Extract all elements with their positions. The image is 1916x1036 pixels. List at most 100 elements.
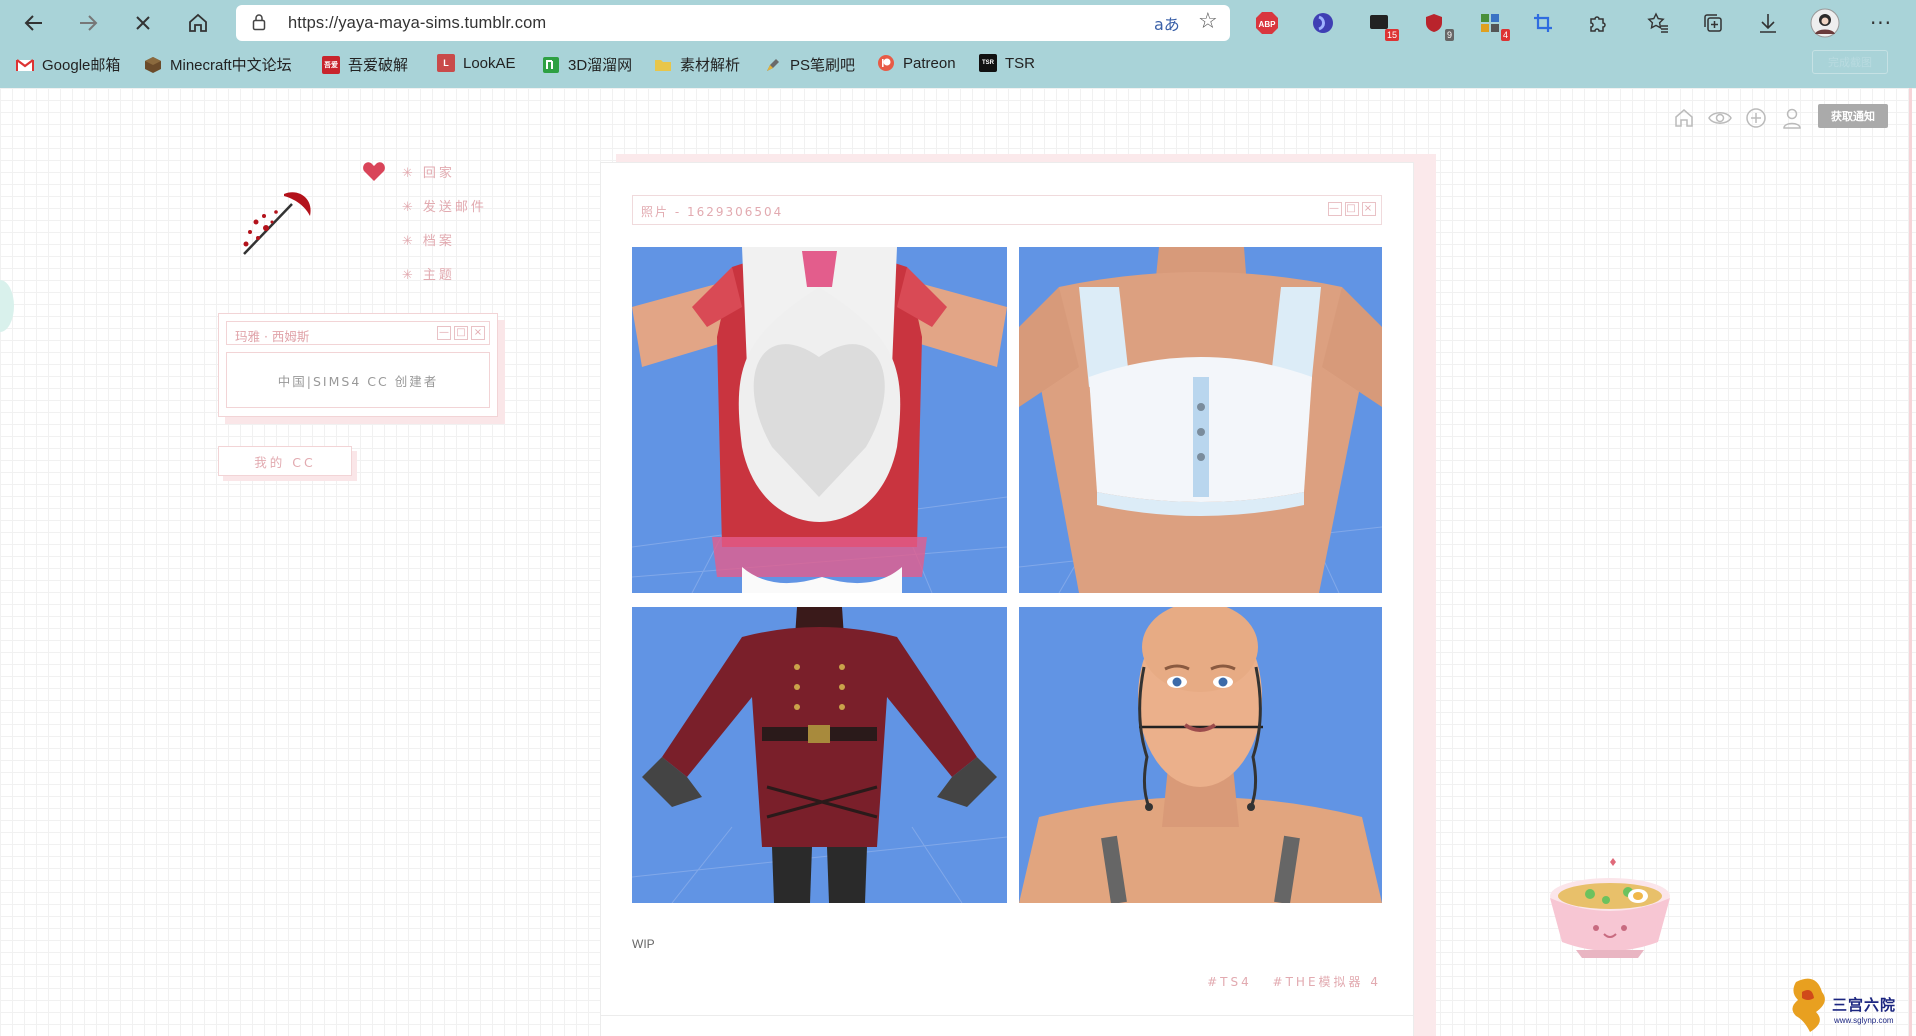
bald-sim-image [1019,607,1382,903]
bookmark-label: Patreon [903,54,956,72]
bookmark-item[interactable]: Patreon [877,54,956,72]
profile-card-titlebar: 玛雅 · 西姆斯 — □ × [226,321,490,345]
favorites-button[interactable] [1645,10,1671,36]
lookae-icon: L [437,54,455,72]
person-icon[interactable] [1780,106,1804,130]
profile-avatar-button[interactable] [1810,8,1840,38]
menu-item-label: 回家 [422,166,455,181]
get-notifications-button[interactable]: 获取通知 [1818,104,1888,128]
bookmark-item[interactable]: Google邮箱 [16,54,120,75]
crop-icon [1534,14,1552,32]
more-icon: ··· [1869,11,1893,35]
bookmark-item[interactable]: 素材解析 [654,54,740,75]
tumblr-top-icons [1672,106,1804,130]
side-decoration [0,280,14,332]
address-bar[interactable]: https://yaya-maya-sims.tumblr.com aあ ☆ [236,5,1230,41]
navigation-row: https://yaya-maya-sims.tumblr.com aあ ☆ A… [0,0,1916,46]
bookmark-item[interactable]: TSR TSR [979,54,1035,72]
gmail-icon [16,58,34,71]
bookmark-label: 3D溜溜网 [568,57,633,74]
bookmark-item[interactable]: L LookAE [437,54,516,72]
add-favorite-icon[interactable]: ☆ [1198,9,1218,34]
menu-item-label: 发送邮件 [422,200,487,215]
bookmark-item[interactable]: 吾爱 吾爱破解 [322,54,408,75]
tag-link[interactable]: #THE模拟器 4 [1273,975,1381,989]
photo-red-coat[interactable] [632,607,1007,903]
close-icon: × [471,326,485,340]
pixel-heart-icon [363,162,385,181]
avatar [1810,8,1840,38]
shield-icon [1426,14,1442,32]
downloads-button[interactable] [1755,10,1781,36]
red-coat-image [632,607,1007,903]
settings-more-button[interactable]: ··· [1868,10,1894,36]
home-icon [189,13,207,32]
asterisk-icon: ✳ [402,166,413,181]
orb-icon [1313,13,1333,33]
scythe-logo-icon [243,192,311,255]
minecraft-icon [145,56,161,73]
lock-icon [252,14,266,31]
url-text: https://yaya-maya-sims.tumblr.com [288,14,547,32]
bookmark-label: PS笔刷吧 [790,57,856,74]
bookmark-label: TSR [1005,54,1035,72]
post-divider [601,1015,1413,1016]
extension-badge: 4 [1500,29,1510,41]
eye-icon[interactable] [1708,106,1732,130]
back-button[interactable] [18,8,50,38]
stop-loading-button[interactable] [127,8,159,38]
blocks-extension[interactable]: 4 [1477,10,1510,41]
screenshot-done-button[interactable]: 完成截图 [1812,50,1888,74]
menu-item-theme[interactable]: ✳ 主题 [402,264,455,283]
photo-titlebar: 照片 - 1629306504 — □ × [632,195,1382,225]
extension-badge: 15 [1384,29,1399,41]
asterisk-icon: ✳ [402,200,413,215]
bookmark-label: Minecraft中文论坛 [170,57,292,74]
forward-arrow-icon [80,15,98,31]
collections-icon [1704,14,1722,32]
post-caption: WIP [632,937,655,951]
extensions-button[interactable] [1585,10,1611,36]
bookmark-label: LookAE [463,54,516,72]
crop-extension[interactable] [1530,10,1556,36]
window-controls: — □ × [1328,202,1376,216]
adblock-plus-extension[interactable]: ABP [1254,10,1280,36]
close-icon [136,16,150,30]
plus-circle-icon[interactable] [1744,106,1768,130]
maximize-icon: □ [1345,202,1359,216]
patreon-icon [878,55,894,71]
home-icon[interactable] [1672,106,1696,130]
bookmark-item[interactable]: PS笔刷吧 [764,54,855,75]
menu-item-send-mail[interactable]: ✳ 发送邮件 [402,196,487,215]
menu-item-archive[interactable]: ✳ 档案 [402,230,455,249]
forward-button[interactable] [72,8,104,38]
minimize-icon: — [1328,202,1342,216]
window-controls: — □ × [437,326,485,340]
blue-orb-extension[interactable] [1310,10,1336,36]
profile-title: 玛雅 · 西姆斯 [235,329,310,344]
bookmark-label: 吾爱破解 [348,57,409,74]
browser-toolbar: https://yaya-maya-sims.tumblr.com aあ ☆ A… [0,0,1916,88]
home-button[interactable] [182,8,214,38]
read-aloud-translate-icon[interactable]: aあ [1154,11,1180,35]
asterisk-icon: ✳ [402,234,413,249]
tag-link[interactable]: #TS4 [1207,975,1252,989]
download-icon [1760,14,1776,33]
watermark-url: www.sglynp.com [1834,1016,1894,1025]
red-shield-extension[interactable]: 9 [1421,10,1454,41]
menu-item-home[interactable]: ✳ 回家 [402,162,455,181]
photo-bald-sim[interactable] [1019,607,1382,903]
52pojie-icon: 吾爱 [322,55,340,74]
my-cc-button[interactable]: 我的 CC [218,446,352,476]
bookmark-item[interactable]: 3D溜溜网 [542,54,632,75]
profile-card: 玛雅 · 西姆斯 — □ × 中国|SIMS4 CC 创建者 [218,313,498,417]
minimize-icon: — [437,326,451,340]
dark-square-extension[interactable]: 15 [1366,10,1399,41]
collections-button[interactable] [1700,10,1726,36]
photo-maid-dress[interactable] [632,247,1007,593]
bookmark-label: Google邮箱 [42,57,121,74]
bookmark-item[interactable]: Minecraft中文论坛 [144,54,292,75]
photo-ruffled-top[interactable] [1019,247,1382,593]
asterisk-icon: ✳ [402,268,413,283]
ps-brush-icon [767,58,779,71]
